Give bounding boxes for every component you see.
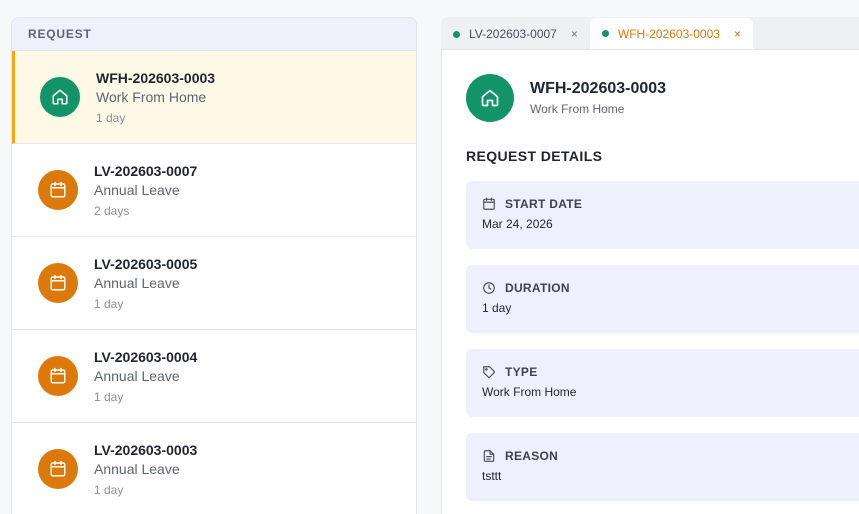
request-id: LV-202603-0004 — [94, 348, 198, 365]
list-item[interactable]: LV-202603-0005 Annual Leave 1 day — [12, 237, 416, 330]
detail-title: WFH-202603-0003 — [530, 80, 667, 97]
status-dot — [453, 30, 460, 38]
request-id: WFH-202603-0003 — [96, 69, 216, 86]
status-dot — [601, 30, 609, 37]
calendar-icon — [38, 263, 78, 303]
detail-content: WFH-202603-0003 Work From Home REQUEST D… — [441, 50, 859, 514]
request-duration: 1 day — [96, 110, 126, 125]
tag-icon — [483, 366, 495, 378]
detail-subtitle: Work From Home — [530, 102, 625, 116]
list-item[interactable]: LV-202603-0007 Annual Leave 2 days — [12, 144, 416, 237]
tab-wfh-202603-0003[interactable]: WFH-202603-0003 × — [589, 18, 753, 49]
duration-card: DURATION 1 day — [466, 265, 859, 333]
request-list-header: REQUEST — [12, 18, 416, 51]
list-item[interactable]: WFH-202603-0003 Work From Home 1 day — [12, 51, 416, 144]
tab-label: WFH-202603-0003 — [617, 26, 720, 41]
request-id: LV-202603-0003 — [94, 441, 198, 458]
request-type: Annual Leave — [94, 367, 180, 384]
request-type: Work From Home — [96, 88, 207, 105]
field-label: REASON — [505, 449, 559, 463]
document-icon — [483, 450, 495, 462]
request-duration: 2 days — [94, 203, 130, 218]
field-label: TYPE — [505, 365, 538, 379]
tab-lv-202603-0007[interactable]: LV-202603-0007 × — [441, 19, 590, 49]
home-icon — [40, 77, 80, 117]
calendar-icon — [38, 449, 78, 489]
request-list-panel: REQUEST WFH-202603-0003 Work From Home 1… — [11, 17, 417, 514]
request-duration: 1 day — [94, 296, 124, 311]
type-card: TYPE Work From Home — [466, 349, 859, 417]
request-id: LV-202603-0005 — [94, 255, 198, 272]
list-item[interactable]: LV-202603-0004 Annual Leave 1 day — [12, 330, 416, 423]
request-duration: 1 day — [94, 482, 124, 497]
field-label: START DATE — [505, 197, 583, 211]
request-detail-panel: LV-202603-0007 × WFH-202603-0003 × WFH-2… — [441, 17, 859, 514]
field-value: tsttt — [482, 469, 502, 483]
field-value: Work From Home — [482, 385, 577, 399]
detail-header: WFH-202603-0003 Work From Home — [466, 74, 859, 122]
calendar-icon — [38, 356, 78, 396]
request-duration: 1 day — [94, 389, 124, 404]
field-label: DURATION — [505, 281, 570, 295]
start-date-card: START DATE Mar 24, 2026 — [466, 181, 859, 249]
calendar-icon — [38, 170, 78, 210]
section-title: REQUEST DETAILS — [466, 148, 603, 164]
tab-label: LV-202603-0007 — [469, 27, 557, 41]
clock-icon — [483, 282, 495, 294]
list-item[interactable]: LV-202603-0003 Annual Leave 1 day — [12, 423, 416, 514]
field-value: Mar 24, 2026 — [482, 217, 553, 231]
tab-bar: LV-202603-0007 × WFH-202603-0003 × — [441, 17, 859, 50]
field-value: 1 day — [482, 301, 512, 315]
calendar-icon — [483, 197, 495, 210]
request-id: LV-202603-0007 — [94, 162, 198, 179]
close-icon[interactable]: × — [734, 27, 741, 41]
home-icon — [466, 74, 514, 122]
request-type: Annual Leave — [94, 274, 180, 291]
close-icon[interactable]: × — [571, 27, 578, 41]
request-type: Annual Leave — [94, 181, 180, 198]
reason-card: REASON tsttt — [466, 433, 859, 501]
request-type: Annual Leave — [94, 460, 180, 477]
